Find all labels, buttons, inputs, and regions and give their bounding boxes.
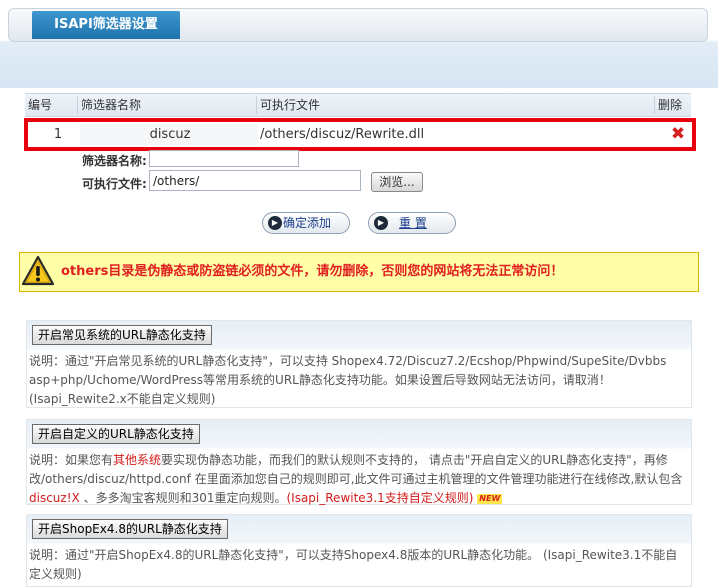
column-divider <box>256 96 257 114</box>
section-description: 说明：通过"开启常见系统的URL静态化支持"，可以支持 Shopex4.72/D… <box>29 354 667 406</box>
section-shopex: 开启ShopEx4.8的URL静态化支持 说明：通过"开启ShopEx4.8的U… <box>26 514 692 587</box>
desc-highlight: (Isapi_Rewite3.1支持自定义规则) <box>286 491 474 505</box>
exec-file-label: 可执行文件: <box>82 177 147 191</box>
warning-banner: others目录是伪静态或防盗链必须的文件，请勿删除，否则您的网站将无法正常访问… <box>19 252 699 292</box>
section-common-systems: 开启常见系统的URL静态化支持 说明：通过"开启常见系统的URL静态化支持"，可… <box>26 320 692 408</box>
close-x-icon[interactable]: ✖ <box>670 124 686 144</box>
enable-common-url-rewrite-button[interactable]: 开启常见系统的URL静态化支持 <box>32 325 212 345</box>
column-divider <box>77 96 78 114</box>
enable-custom-url-rewrite-button[interactable]: 开启自定义的URL静态化支持 <box>32 424 200 444</box>
section-custom-rules: 开启自定义的URL静态化支持 说明：如果您有其他系统要实现伪静态功能，而我们的默… <box>26 419 692 505</box>
browse-button[interactable]: 浏览... <box>371 172 423 192</box>
section-description: 说明：通过"开启ShopEx4.8的URL静态化支持"，可以支持Shopex4.… <box>29 548 678 581</box>
warning-message: others目录是伪静态或防盗链必须的文件，请勿删除，否则您的网站将无法正常访问… <box>61 264 564 279</box>
col-path-header: 可执行文件 <box>260 98 321 112</box>
confirm-add-button[interactable]: ▶ 确定添加 <box>262 212 350 234</box>
filter-name-input[interactable] <box>149 150 299 167</box>
warning-triangle-icon <box>21 255 55 286</box>
confirm-add-label: 确定添加 <box>283 216 332 230</box>
col-id-header: 编号 <box>28 98 53 112</box>
desc-highlight: 其他系统 <box>113 453 162 467</box>
desc-text: 、多多淘宝客规则和301重定向规则。 <box>79 491 287 505</box>
desc-text: 说明：如果您有 <box>29 453 114 467</box>
enable-shopex-url-rewrite-button[interactable]: 开启ShopEx4.8的URL静态化支持 <box>32 519 228 539</box>
filter-name-label: 筛选器名称: <box>82 154 147 168</box>
table-row: 1 discuz /others/discuz/Rewrite.dll ✖ <box>24 118 696 151</box>
column-divider <box>654 96 655 114</box>
exec-file-input[interactable] <box>149 170 361 191</box>
page-title-tab[interactable]: ISAPI筛选器设置 <box>32 11 180 39</box>
col-name-header: 筛选器名称 <box>81 98 142 112</box>
reset-label: 重 置 <box>399 216 427 230</box>
section-description: 说明：如果您有其他系统要实现伪静态功能，而我们的默认规则不支持的， 请点击"开启… <box>27 451 691 508</box>
circle-arrow-icon: ▶ <box>374 216 388 230</box>
desc-highlight: discuz!X <box>29 491 80 505</box>
row-filter-name: discuz <box>149 127 191 142</box>
table-header: 编号 筛选器名称 可执行文件 删除 <box>25 93 691 117</box>
col-delete-header: 删除 <box>658 98 683 112</box>
new-badge: NEW <box>477 494 503 504</box>
row-exec-path: /others/discuz/Rewrite.dll <box>260 127 425 142</box>
row-id: 1 <box>53 127 63 142</box>
circle-arrow-icon: ▶ <box>268 216 282 230</box>
reset-button[interactable]: ▶ 重 置 <box>368 212 456 234</box>
